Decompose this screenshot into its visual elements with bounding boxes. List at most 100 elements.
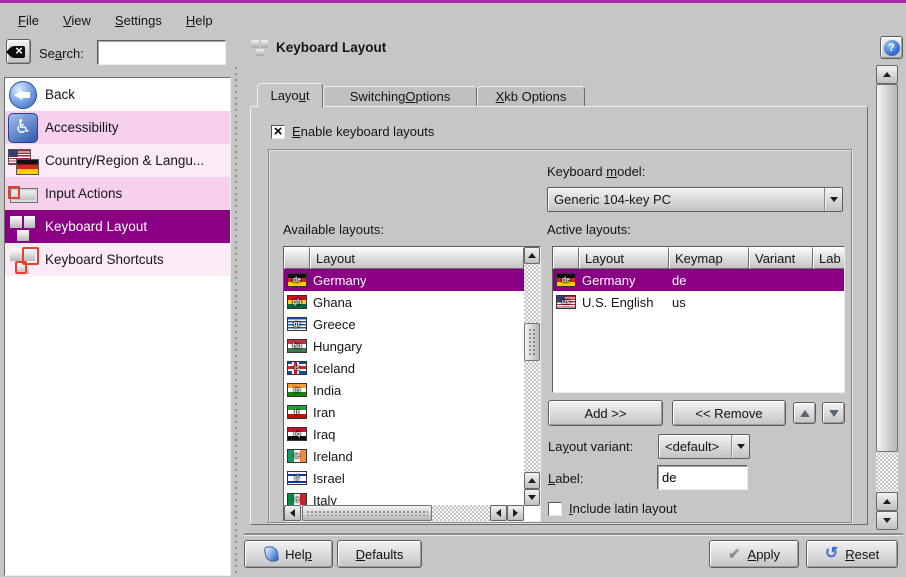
column-header-keymap[interactable]: Keymap bbox=[669, 247, 749, 269]
sidebar-item-keyboard-shortcuts[interactable]: Keyboard Shortcuts bbox=[5, 243, 230, 276]
page-title: Keyboard Layout bbox=[276, 40, 386, 55]
tab-xkb-options[interactable]: Xkb Options bbox=[477, 86, 585, 107]
clear-search-button[interactable] bbox=[6, 39, 31, 64]
grip-dots-icon bbox=[306, 510, 428, 516]
chevron-down-icon[interactable] bbox=[731, 435, 749, 458]
main-vscrollbar-thumb[interactable] bbox=[876, 84, 898, 452]
help-icon bbox=[264, 545, 280, 563]
list-vscrollbar-thumb[interactable] bbox=[524, 323, 540, 361]
move-up-button[interactable] bbox=[793, 402, 816, 424]
table-row-germany[interactable]: de Germany de bbox=[553, 269, 844, 291]
scroll-left-button[interactable] bbox=[284, 505, 301, 521]
arrow-right-icon bbox=[513, 509, 518, 517]
available-layouts-list: Layout de Germany gh Ghana gr Greece hu … bbox=[283, 246, 541, 522]
search-input[interactable] bbox=[97, 40, 226, 65]
keyboard-layout-header-icon bbox=[250, 38, 272, 56]
sidebar-item-country-region[interactable]: Country/Region & Langu... bbox=[5, 144, 230, 177]
splitter-handle[interactable] bbox=[233, 65, 239, 576]
menubar: File View Settings Help bbox=[0, 6, 906, 34]
search-label: Search: bbox=[39, 46, 84, 61]
apply-button[interactable]: ✔ Apply bbox=[709, 540, 799, 568]
layout-variant-label: Layout variant: bbox=[548, 439, 633, 454]
column-header-label[interactable]: Lab bbox=[813, 247, 845, 269]
list-item-ireland[interactable]: ie Ireland bbox=[284, 445, 524, 467]
sidebar-item-input-actions[interactable]: Input Actions bbox=[5, 177, 230, 210]
scroll-up-button-2[interactable] bbox=[524, 472, 540, 489]
list-item-germany[interactable]: de Germany bbox=[284, 269, 524, 291]
sidebar-item-back[interactable]: Back bbox=[5, 78, 230, 111]
active-layouts-table: Layout Keymap Variant Lab de Germany de … bbox=[552, 246, 845, 393]
keyboard-layout-icon bbox=[8, 212, 38, 242]
arrow-up-icon bbox=[883, 72, 891, 77]
arrow-left-icon bbox=[496, 509, 501, 517]
accessibility-icon bbox=[8, 113, 38, 143]
context-help-button[interactable]: ? bbox=[880, 36, 903, 59]
footer-separator bbox=[244, 533, 903, 535]
include-latin-layout-checkbox[interactable]: Include latin layout bbox=[548, 501, 677, 516]
column-header-variant[interactable]: Variant bbox=[749, 247, 813, 269]
checkbox-unchecked-icon[interactable] bbox=[548, 502, 562, 516]
add-button[interactable]: Add >> bbox=[548, 400, 663, 426]
column-header-layout[interactable]: Layout bbox=[579, 247, 669, 269]
list-item-hungary[interactable]: hu Hungary bbox=[284, 335, 524, 357]
help-button[interactable]: Help bbox=[244, 540, 333, 568]
flag-icon: de bbox=[287, 273, 307, 287]
active-layouts-label: Active layouts: bbox=[547, 222, 631, 237]
menu-file[interactable]: File bbox=[8, 9, 49, 32]
sidebar-item-accessibility[interactable]: Accessibility bbox=[5, 111, 230, 144]
input-actions-icon bbox=[8, 179, 38, 209]
flag-icon: ie bbox=[287, 449, 307, 463]
flag-icon: ir bbox=[287, 405, 307, 419]
tab-layout[interactable]: Layout bbox=[257, 83, 323, 108]
keyboard-model-combobox[interactable]: Generic 104-key PC bbox=[547, 187, 843, 212]
defaults-button[interactable]: Defaults bbox=[337, 540, 422, 568]
list-item-israel[interactable]: il Israel bbox=[284, 467, 524, 489]
menu-settings[interactable]: Settings bbox=[105, 9, 172, 32]
table-row-us-english[interactable]: us U.S. English us bbox=[553, 291, 844, 313]
reset-button[interactable]: ↺ Reset bbox=[806, 540, 898, 568]
enable-keyboard-layouts-checkbox[interactable]: Enable keyboard layouts bbox=[271, 124, 434, 139]
menu-view[interactable]: View bbox=[53, 9, 101, 32]
chevron-down-icon[interactable] bbox=[824, 188, 842, 211]
column-header-layout[interactable]: Layout bbox=[310, 247, 524, 269]
main-scroll-down-button[interactable] bbox=[876, 511, 898, 530]
flag-icon: de bbox=[556, 273, 576, 287]
move-down-icon bbox=[829, 410, 839, 417]
list-item-iraq[interactable]: iq Iraq bbox=[284, 423, 524, 445]
list-hscrollbar-thumb[interactable] bbox=[302, 505, 432, 521]
flag-icon: il bbox=[287, 471, 307, 485]
scroll-up-button[interactable] bbox=[524, 247, 540, 264]
list-item-india[interactable]: in India bbox=[284, 379, 524, 401]
arrow-down-icon bbox=[528, 495, 536, 500]
list-item-iceland[interactable]: is Iceland bbox=[284, 357, 524, 379]
keyboard-shortcuts-icon bbox=[8, 245, 38, 275]
list-item-ghana[interactable]: gh Ghana bbox=[284, 291, 524, 313]
move-up-icon bbox=[800, 410, 810, 417]
available-list-header: Layout bbox=[284, 247, 540, 269]
main-scroll-up-button-2[interactable] bbox=[876, 492, 898, 511]
move-down-button[interactable] bbox=[822, 402, 845, 424]
arrow-up-icon bbox=[528, 253, 536, 258]
checkbox-checked-icon[interactable] bbox=[271, 125, 285, 139]
country-flags-icon bbox=[8, 146, 38, 176]
scroll-right-button[interactable] bbox=[507, 505, 524, 521]
list-item-greece[interactable]: gr Greece bbox=[284, 313, 524, 335]
scroll-down-button[interactable] bbox=[524, 489, 540, 506]
column-header-flag[interactable] bbox=[553, 247, 579, 269]
flag-icon: in bbox=[287, 383, 307, 397]
arrow-left-icon bbox=[290, 509, 295, 517]
scroll-left-button-2[interactable] bbox=[490, 505, 507, 521]
label-input[interactable] bbox=[657, 465, 748, 490]
layout-variant-combobox[interactable]: <default> bbox=[658, 434, 750, 459]
arrow-down-icon bbox=[883, 518, 891, 523]
label-field-label: Label: bbox=[548, 471, 583, 486]
list-vscrollbar[interactable] bbox=[524, 247, 540, 506]
column-header-flag[interactable] bbox=[284, 247, 310, 269]
tab-switching-options[interactable]: Switching Options bbox=[323, 86, 477, 107]
main-scroll-up-button[interactable] bbox=[876, 65, 898, 84]
menu-help[interactable]: Help bbox=[176, 9, 223, 32]
flag-icon: gr bbox=[287, 317, 307, 331]
remove-button[interactable]: << Remove bbox=[672, 400, 786, 426]
list-item-iran[interactable]: ir Iran bbox=[284, 401, 524, 423]
sidebar-item-keyboard-layout[interactable]: Keyboard Layout bbox=[5, 210, 230, 243]
